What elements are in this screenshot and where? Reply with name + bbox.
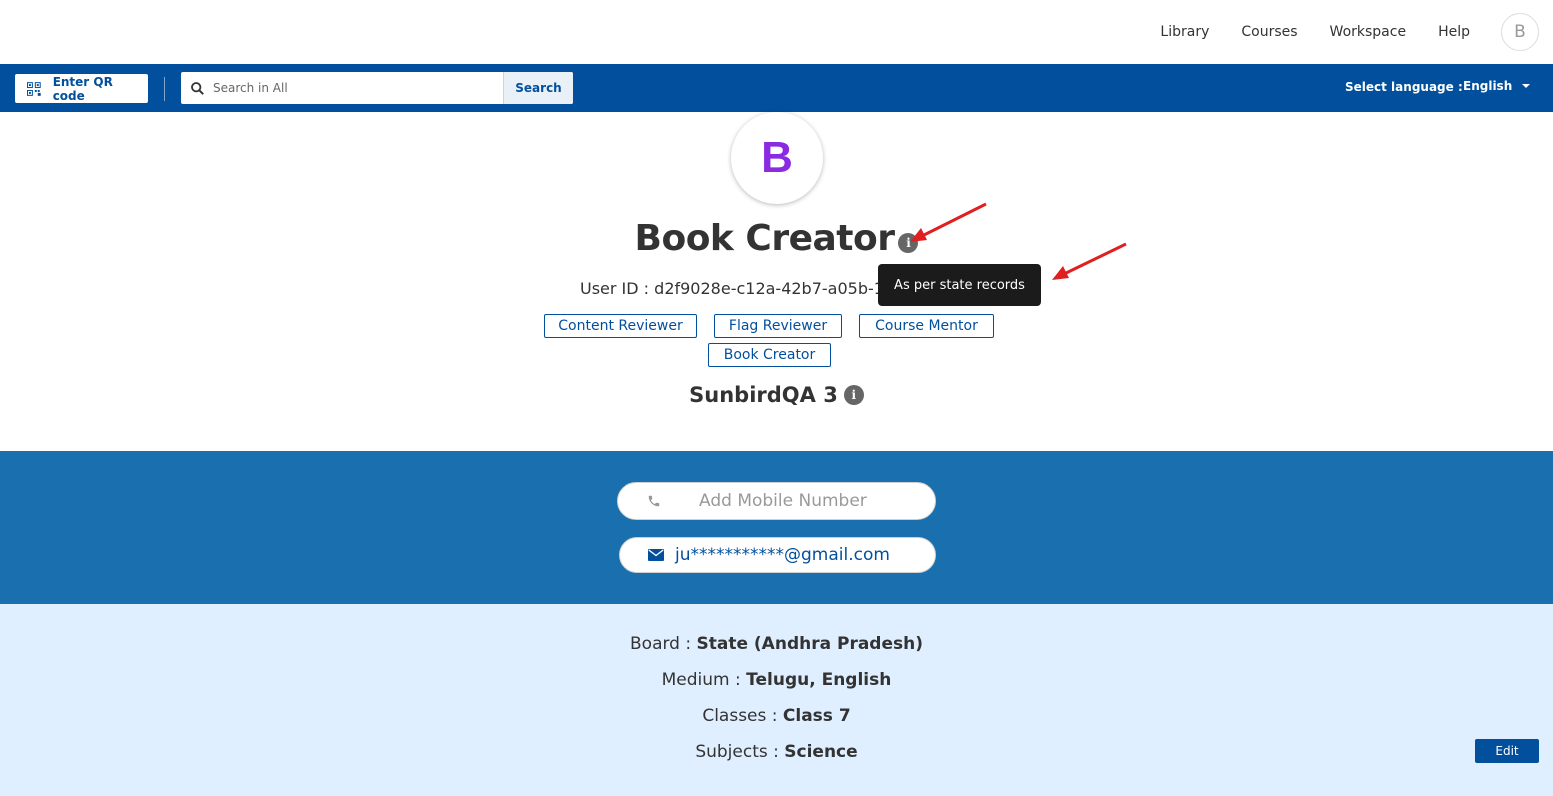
language-label: Select language : <box>1345 80 1463 94</box>
top-header: Library Courses Workspace Help B <box>0 0 1553 64</box>
org-info-icon[interactable]: i <box>843 385 864 405</box>
top-nav: Library Courses Workspace Help B <box>1160 0 1553 64</box>
enter-qr-code-label: Enter QR code <box>52 74 113 103</box>
search-box: Search <box>181 72 573 104</box>
profile-name-row: Book Creator i <box>0 218 1553 259</box>
board-label: Board : <box>630 634 692 654</box>
profile-section: B Book Creator i User ID : d2f9028e-c12a… <box>0 112 1553 451</box>
add-mobile-number-label: Add Mobile Number <box>699 491 867 511</box>
org-row: SunbirdQA 3 i <box>0 383 1553 407</box>
search-button[interactable]: Search <box>503 72 573 104</box>
search-input[interactable] <box>213 72 503 104</box>
framework-section: Board : State (Andhra Pradesh) Medium : … <box>0 604 1553 796</box>
phone-icon <box>646 493 662 509</box>
info-icon[interactable]: i <box>898 232 919 253</box>
language-value: English <box>1463 79 1513 93</box>
chevron-down-icon <box>1522 84 1531 88</box>
profile-name: Book Creator <box>634 218 895 259</box>
nav-workspace[interactable]: Workspace <box>1330 24 1407 40</box>
nav-courses[interactable]: Courses <box>1241 24 1297 40</box>
email-value: ju***********@gmail.com <box>675 545 890 565</box>
role-badge-course-mentor: Course Mentor <box>859 314 994 338</box>
classes-value: Class 7 <box>782 706 851 726</box>
state-records-tooltip: As per state records <box>878 264 1041 306</box>
medium-value: Telugu, English <box>746 670 892 690</box>
org-name: SunbirdQA 3 <box>689 383 838 407</box>
medium-row: Medium : Telugu, English <box>0 670 1553 690</box>
subjects-value: Science <box>784 742 858 762</box>
role-badge-book-creator: Book Creator <box>708 343 831 367</box>
role-badge-content-reviewer: Content Reviewer <box>544 314 697 338</box>
profile-avatar: B <box>731 112 823 204</box>
classes-row: Classes : Class 7 <box>0 706 1553 726</box>
search-icon <box>181 72 213 104</box>
nav-help[interactable]: Help <box>1438 24 1470 40</box>
board-value: State (Andhra Pradesh) <box>696 634 924 654</box>
envelope-icon <box>648 547 664 563</box>
role-badge-flag-reviewer: Flag Reviewer <box>714 314 842 338</box>
contact-section: Add Mobile Number ju***********@gmail.co… <box>0 451 1553 604</box>
subjects-row: Subjects : Science <box>0 742 1553 762</box>
search-toolbar: Enter QR code Search Select language : E… <box>0 64 1553 112</box>
email-field: ju***********@gmail.com <box>619 537 936 573</box>
classes-label: Classes : <box>702 706 778 726</box>
user-avatar[interactable]: B <box>1501 13 1539 51</box>
edit-framework-button[interactable]: Edit <box>1475 739 1539 763</box>
user-id: User ID : d2f9028e-c12a-42b7-a05b-14 <box>580 279 880 298</box>
qr-code-icon <box>27 81 41 96</box>
enter-qr-code-button[interactable]: Enter QR code <box>15 74 148 103</box>
toolbar-divider <box>164 77 165 101</box>
language-select[interactable]: English <box>1463 79 1531 93</box>
board-row: Board : State (Andhra Pradesh) <box>0 634 1553 654</box>
nav-library[interactable]: Library <box>1160 24 1209 40</box>
add-mobile-number-button[interactable]: Add Mobile Number <box>617 482 936 520</box>
medium-label: Medium : <box>661 670 741 690</box>
subjects-label: Subjects : <box>695 742 779 762</box>
